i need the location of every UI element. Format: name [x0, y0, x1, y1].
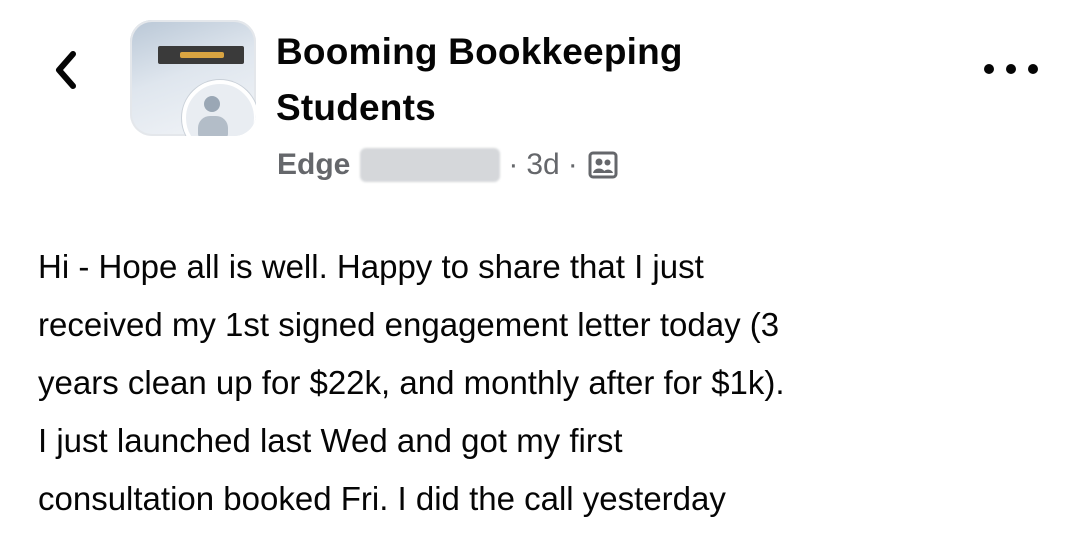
- group-name-link[interactable]: Booming Bookkeeping Students: [276, 24, 836, 136]
- group-name-line-2: Students: [276, 87, 436, 128]
- post-text-line: consultation booked Fri. I did the call …: [38, 480, 726, 517]
- meta-separator: ·: [508, 148, 519, 181]
- author-name[interactable]: Edge: [277, 148, 350, 182]
- post-text-line: I just launched last Wed and got my firs…: [38, 422, 623, 459]
- post-text-line: Hi - Hope all is well. Happy to share th…: [38, 248, 704, 285]
- more-horizontal-icon: [1028, 64, 1038, 74]
- post-body: Hi - Hope all is well. Happy to share th…: [38, 238, 1058, 528]
- author-profile-photo[interactable]: [182, 80, 256, 136]
- post-meta: Edge · 3d ·: [277, 142, 620, 188]
- group-avatar[interactable]: [130, 20, 256, 136]
- group-name-line-1: Booming Bookkeeping: [276, 31, 683, 72]
- avatar-banner-image: [158, 46, 244, 64]
- post-timestamp[interactable]: 3d: [526, 148, 559, 182]
- post-text-line: years clean up for $22k, and monthly aft…: [38, 364, 785, 401]
- group-members-icon: [586, 150, 620, 180]
- redacted-author-surname: [360, 148, 501, 182]
- more-horizontal-icon: [984, 64, 994, 74]
- more-options-button[interactable]: [984, 54, 1038, 84]
- more-horizontal-icon: [1006, 64, 1016, 74]
- post-text-line: received my 1st signed engagement letter…: [38, 306, 780, 343]
- chevron-left-icon: [56, 51, 76, 89]
- back-button[interactable]: [44, 44, 88, 96]
- meta-separator: ·: [567, 148, 578, 181]
